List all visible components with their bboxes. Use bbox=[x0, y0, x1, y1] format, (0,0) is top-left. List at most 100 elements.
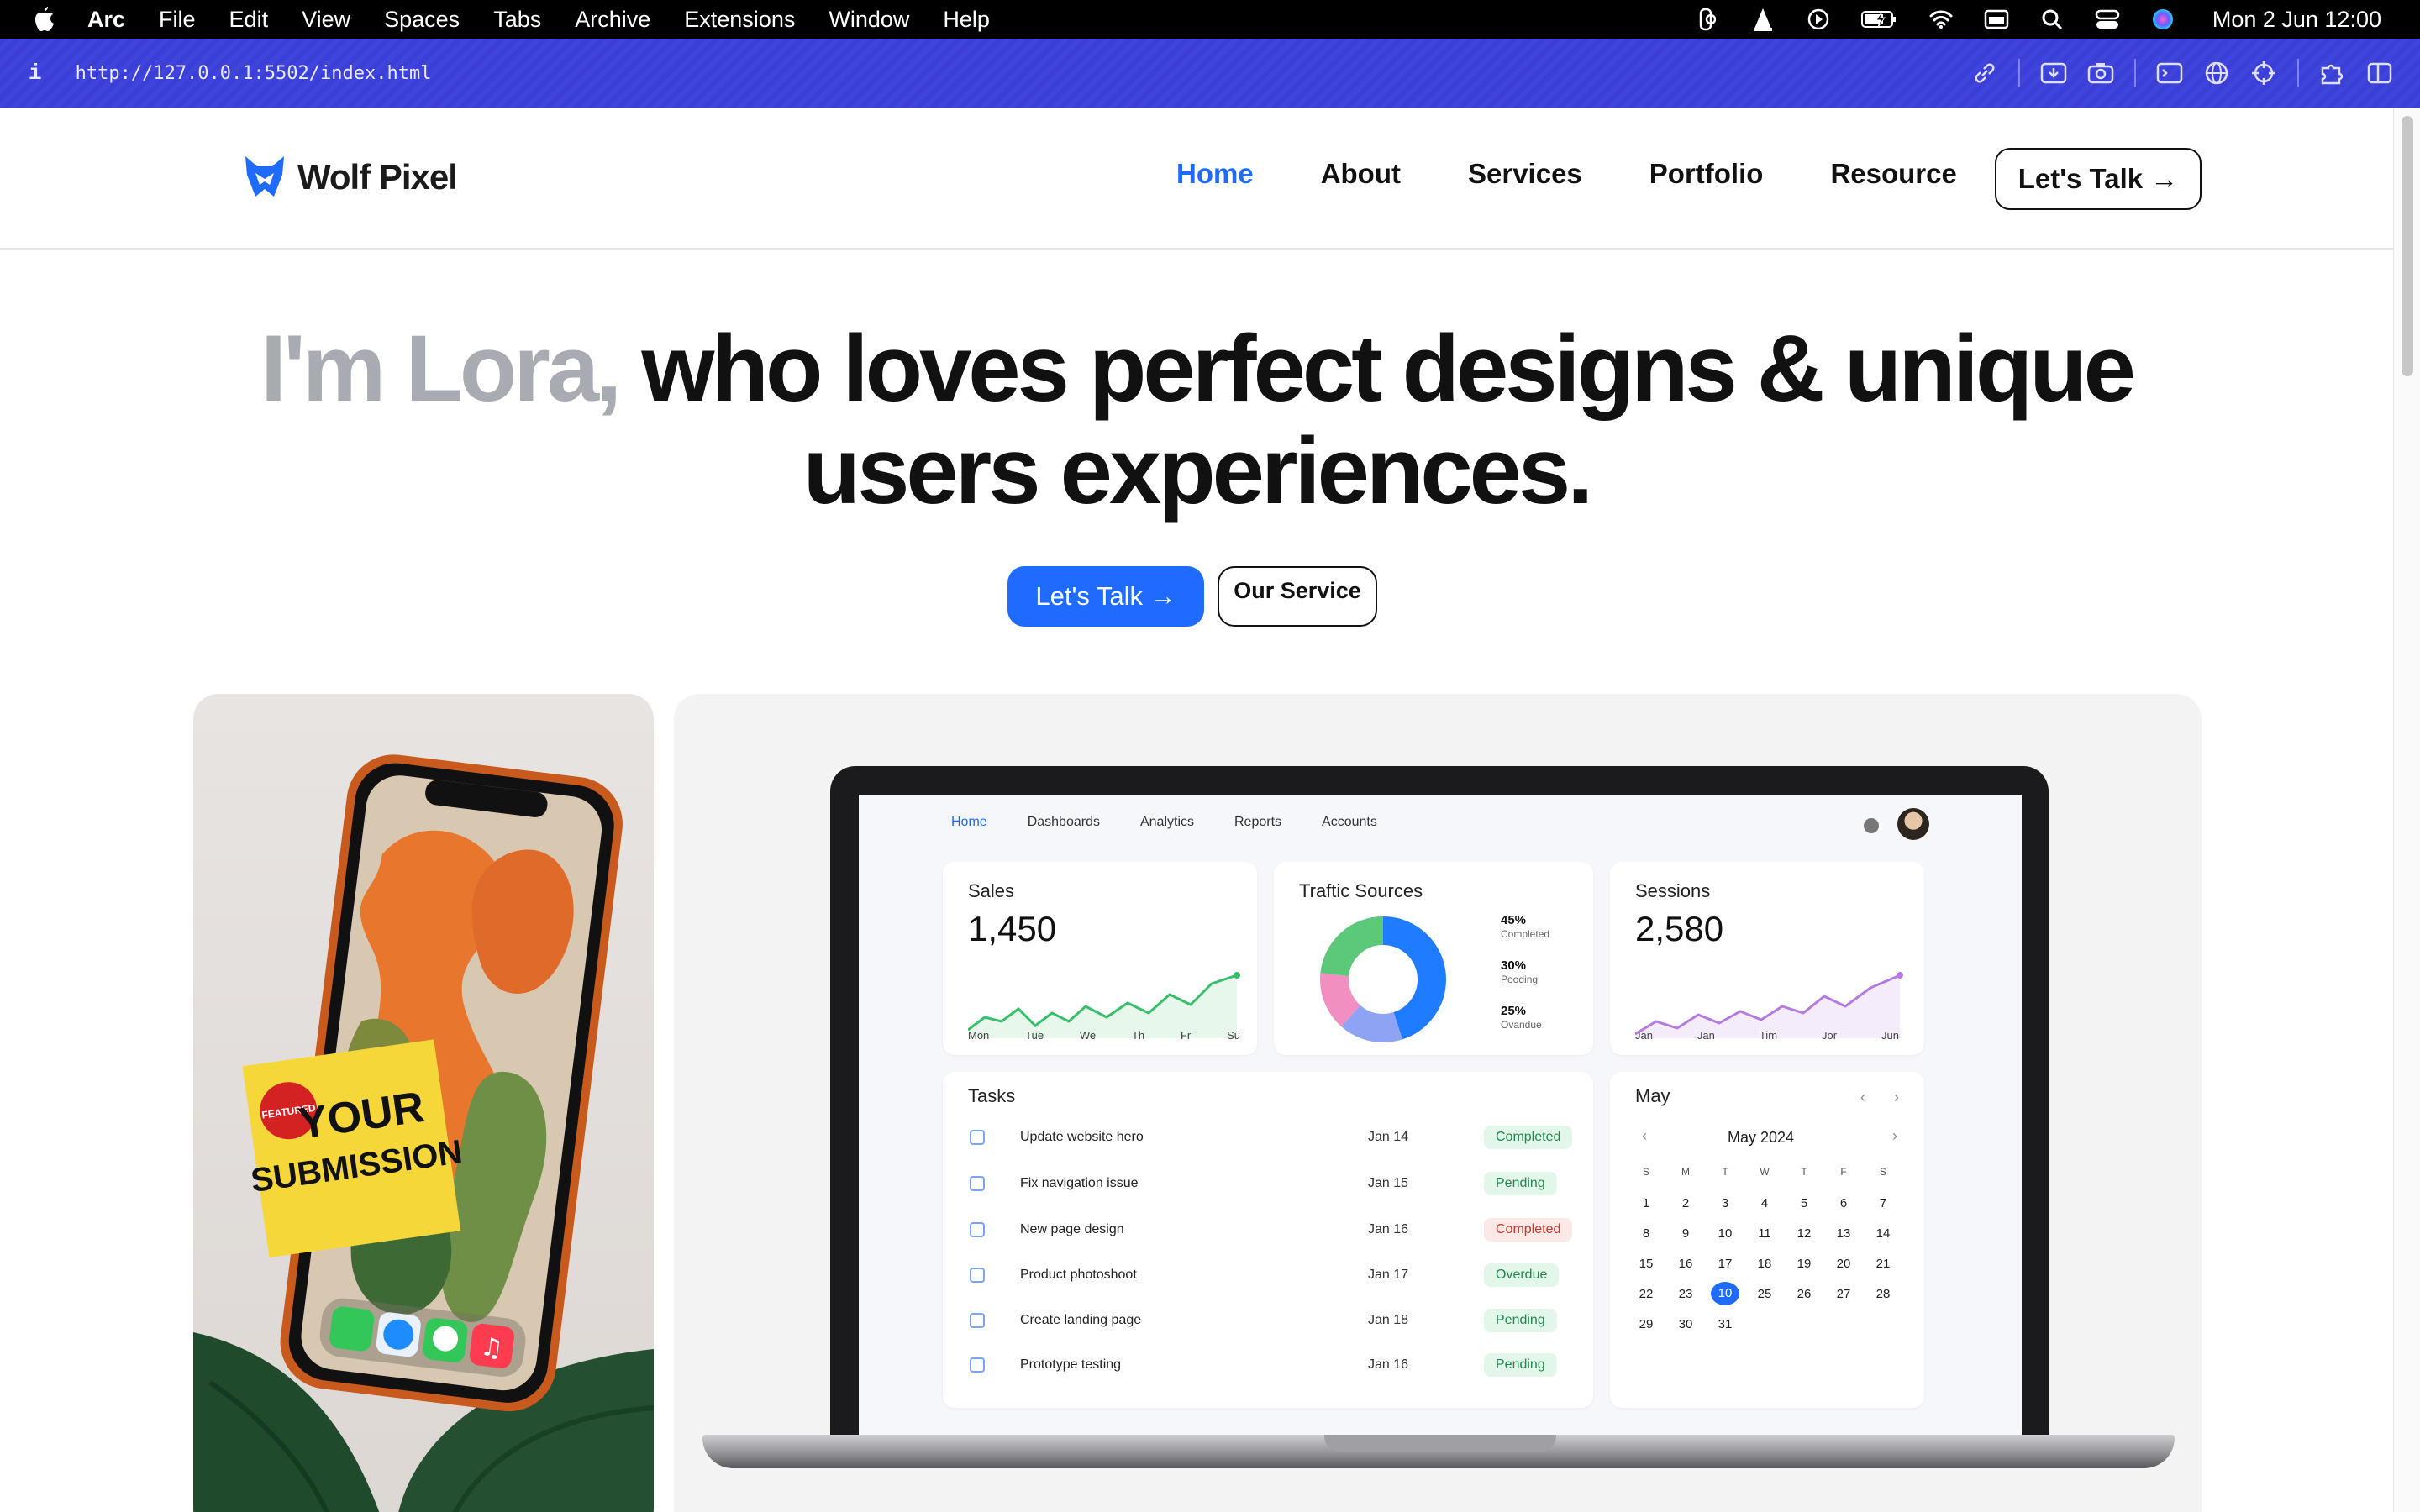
calendar-day[interactable]: 13 bbox=[1829, 1226, 1858, 1241]
calendar-day[interactable]: 11 bbox=[1750, 1226, 1779, 1241]
calendar-day[interactable]: 4 bbox=[1750, 1196, 1779, 1210]
calendar-day[interactable]: 29 bbox=[1632, 1317, 1660, 1331]
brand-logo[interactable]: Wolf Pixel bbox=[240, 155, 458, 200]
calendar-day[interactable]: 27 bbox=[1829, 1287, 1858, 1301]
calendar-day[interactable]: 12 bbox=[1790, 1226, 1818, 1241]
task-name: Update website hero bbox=[1020, 1130, 1144, 1144]
calendar-next-icon[interactable]: › bbox=[1894, 1089, 1899, 1106]
task-row[interactable]: Fix navigation issue Jan 15 Pending bbox=[968, 1165, 1573, 1202]
calendar-day[interactable]: 8 bbox=[1632, 1226, 1660, 1241]
calendar-day[interactable]: 10 bbox=[1711, 1226, 1739, 1241]
toolbar-divider bbox=[2297, 59, 2299, 87]
calendar-day[interactable]: 16 bbox=[1671, 1257, 1700, 1271]
month-next-icon[interactable]: › bbox=[1892, 1127, 1897, 1145]
calendar-day[interactable]: 5 bbox=[1790, 1196, 1818, 1210]
menu-extensions[interactable]: Extensions bbox=[684, 7, 795, 33]
figma-icon[interactable] bbox=[1695, 7, 1720, 32]
sessions-axis-label: Tim bbox=[1759, 1029, 1778, 1042]
camera-icon[interactable] bbox=[2077, 50, 2124, 97]
dash-nav-dashboards[interactable]: Dashboards bbox=[1028, 815, 1100, 830]
nav-portfolio[interactable]: Portfolio bbox=[1649, 158, 1764, 190]
calendar-day[interactable]: 28 bbox=[1869, 1287, 1897, 1301]
notification-dot-icon[interactable] bbox=[1864, 818, 1879, 833]
control-center-icon[interactable] bbox=[2095, 7, 2120, 32]
calendar-day[interactable]: 19 bbox=[1790, 1257, 1818, 1271]
battery-icon[interactable] bbox=[1860, 7, 1898, 32]
lets-talk-button[interactable]: Let's Talk → bbox=[1007, 566, 1204, 627]
task-row[interactable]: Prototype testing Jan 16 Pending bbox=[968, 1347, 1573, 1383]
month-prev-icon[interactable]: ‹ bbox=[1642, 1127, 1647, 1145]
crosshair-icon[interactable] bbox=[2240, 50, 2287, 97]
calendar-day[interactable]: 30 bbox=[1671, 1317, 1700, 1331]
calendar-day[interactable]: 26 bbox=[1790, 1287, 1818, 1301]
calendar-day[interactable]: 9 bbox=[1671, 1226, 1700, 1241]
legend-pct: 30% bbox=[1501, 958, 1527, 973]
menu-archive[interactable]: Archive bbox=[575, 7, 650, 33]
calendar-day[interactable]: 22 bbox=[1632, 1287, 1660, 1301]
laptop-notch bbox=[1324, 1435, 1556, 1452]
task-row[interactable]: Update website hero Jan 14 Completed bbox=[968, 1119, 1573, 1156]
nav-services[interactable]: Services bbox=[1468, 158, 1582, 190]
calendar-day[interactable]: 18 bbox=[1750, 1257, 1779, 1271]
avatar[interactable] bbox=[1897, 808, 1929, 840]
dash-nav-reports[interactable]: Reports bbox=[1234, 815, 1281, 830]
sales-axis-label: We bbox=[1079, 1029, 1097, 1042]
dash-nav-analytics[interactable]: Analytics bbox=[1140, 815, 1194, 830]
sidebar-icon[interactable] bbox=[2356, 50, 2403, 97]
header-lets-talk-button[interactable]: Let's Talk → bbox=[1995, 148, 2202, 210]
calendar-prev-icon[interactable]: ‹ bbox=[1860, 1089, 1865, 1106]
our-service-button[interactable]: Our Service bbox=[1218, 566, 1377, 627]
task-row[interactable]: Product photoshoot Jan 17 Overdue bbox=[968, 1257, 1573, 1294]
calendar-day[interactable]: 15 bbox=[1632, 1257, 1660, 1271]
menu-app-name[interactable]: Arc bbox=[87, 7, 125, 33]
download-icon[interactable] bbox=[2030, 50, 2077, 97]
play-icon[interactable] bbox=[1806, 7, 1831, 32]
calendar-day[interactable]: 17 bbox=[1711, 1257, 1739, 1271]
menu-spaces[interactable]: Spaces bbox=[384, 7, 460, 33]
menu-edit[interactable]: Edit bbox=[229, 7, 269, 33]
vlc-icon[interactable] bbox=[1750, 7, 1776, 32]
calendar-icon[interactable] bbox=[1984, 7, 2009, 32]
hero-line-1-rest: who loves perfect designs & unique bbox=[641, 316, 2136, 421]
site-info-icon[interactable]: i bbox=[29, 60, 42, 86]
search-icon[interactable] bbox=[2039, 7, 2065, 32]
traffic-title: Traftic Sources bbox=[1299, 880, 1423, 901]
nav-resource[interactable]: Resource bbox=[1830, 158, 1956, 190]
globe-icon[interactable] bbox=[2193, 50, 2240, 97]
siri-icon[interactable] bbox=[2150, 7, 2175, 32]
page-scrollbar[interactable] bbox=[2393, 108, 2420, 1512]
menu-view[interactable]: View bbox=[302, 7, 350, 33]
calendar-day-selected[interactable]: 10 bbox=[1711, 1282, 1739, 1305]
sales-value: 1,450 bbox=[968, 909, 1057, 948]
nav-home[interactable]: Home bbox=[1176, 158, 1254, 190]
menu-file[interactable]: File bbox=[159, 7, 196, 33]
calendar-day[interactable]: 20 bbox=[1829, 1257, 1858, 1271]
dash-nav-home[interactable]: Home bbox=[951, 815, 987, 830]
terminal-icon[interactable] bbox=[2146, 50, 2193, 97]
nav-about[interactable]: About bbox=[1321, 158, 1401, 190]
link-icon[interactable] bbox=[1961, 50, 2008, 97]
calendar-day[interactable]: 21 bbox=[1869, 1257, 1897, 1271]
apple-icon[interactable] bbox=[32, 5, 57, 34]
wifi-icon[interactable] bbox=[1928, 7, 1954, 32]
menu-tabs[interactable]: Tabs bbox=[493, 7, 541, 33]
task-row[interactable]: New page design Jan 16 Completed bbox=[968, 1211, 1573, 1248]
menu-help[interactable]: Help bbox=[943, 7, 990, 33]
calendar-day[interactable]: 14 bbox=[1869, 1226, 1897, 1241]
url-text[interactable]: http://127.0.0.1:5502/index.html bbox=[76, 63, 432, 84]
calendar-day[interactable]: 3 bbox=[1711, 1196, 1739, 1210]
task-row[interactable]: Create landing page Jan 18 Pending bbox=[968, 1302, 1573, 1339]
calendar-day[interactable]: 6 bbox=[1829, 1196, 1858, 1210]
scrollbar-thumb[interactable] bbox=[2402, 116, 2413, 376]
calendar-day[interactable]: 31 bbox=[1711, 1317, 1739, 1331]
extensions-icon[interactable] bbox=[2309, 50, 2356, 97]
calendar-day[interactable]: 23 bbox=[1671, 1287, 1700, 1301]
dash-nav-accounts[interactable]: Accounts bbox=[1322, 815, 1377, 830]
menu-window[interactable]: Window bbox=[829, 7, 909, 33]
calendar-day[interactable]: 7 bbox=[1869, 1196, 1897, 1210]
calendar-day[interactable]: 25 bbox=[1750, 1287, 1779, 1301]
calendar-day[interactable]: 2 bbox=[1671, 1196, 1700, 1210]
clock[interactable]: Mon 2 Jun 12:00 bbox=[2212, 7, 2381, 33]
calendar-day[interactable]: 1 bbox=[1632, 1196, 1660, 1210]
hero-line-1: I'm Lora, who loves perfect designs & un… bbox=[0, 318, 2393, 420]
